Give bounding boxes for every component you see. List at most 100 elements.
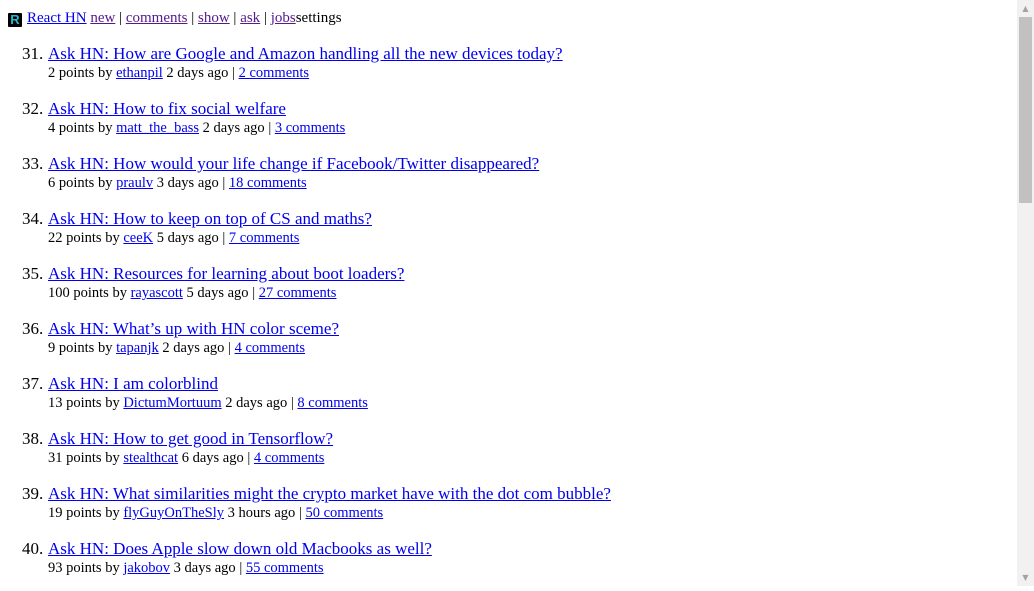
story-item: 33. Ask HN: How would your life change if…: [22, 151, 998, 206]
story-age: 5 days ago: [186, 285, 249, 301]
story-item: 36. Ask HN: What’s up with HN color sceme…: [22, 316, 998, 371]
story-user-link[interactable]: ethanpil: [116, 65, 163, 81]
story-points: 4 points: [48, 120, 95, 136]
react-hn-logo-icon[interactable]: R: [8, 13, 22, 27]
subtext-separator: |: [228, 340, 231, 356]
story-item: 34. Ask HN: How to keep on top of CS and …: [22, 206, 998, 261]
subtext-separator: |: [298, 505, 302, 521]
story-comments-link[interactable]: 8 comments: [297, 395, 367, 411]
header: R React HN new | comments | show | ask | …: [8, 8, 342, 28]
story-age: 5 days ago: [156, 230, 219, 246]
story-item: 40. Ask HN: Does Apple slow down old Macb…: [22, 536, 998, 591]
story-rank: 35.: [22, 264, 44, 283]
nav-new-link[interactable]: new: [90, 10, 115, 26]
story-user-link[interactable]: ceeK: [123, 230, 153, 246]
story-rank: 33.: [22, 154, 44, 173]
story-title-link[interactable]: Ask HN: How to get good in Tensorflow?: [48, 426, 998, 450]
story-comments-link[interactable]: 18 comments: [229, 175, 307, 191]
story-title-link[interactable]: Ask HN: How would your life change if Fa…: [48, 151, 998, 175]
story-rank: 37.: [22, 374, 44, 393]
story-title-link[interactable]: Ask HN: How to fix social welfare: [48, 96, 998, 120]
story-subtext: 19 points by flyGuyOnTheSly 3 hours ago …: [48, 504, 998, 522]
story-list: 31. Ask HN: How are Google and Amazon han…: [22, 41, 998, 591]
story-by-label: by: [97, 175, 113, 191]
story-comments-link[interactable]: 3 comments: [275, 120, 345, 136]
nav-separator: |: [119, 10, 123, 26]
story-title-link[interactable]: Ask HN: I am colorblind: [48, 371, 998, 395]
story-rank: 32.: [22, 99, 44, 118]
story-rank: 39.: [22, 484, 44, 503]
scroll-up-arrow-icon[interactable]: ▲: [1017, 0, 1034, 17]
story-title-link[interactable]: Ask HN: What’s up with HN color sceme?: [48, 316, 998, 340]
story-age: 3 hours ago: [227, 505, 296, 521]
nav-separator: |: [233, 10, 237, 26]
vertical-scrollbar[interactable]: ▲ ▼: [1017, 0, 1034, 586]
story-comments-link[interactable]: 50 comments: [305, 505, 383, 521]
subtext-separator: |: [247, 450, 251, 466]
story-comments-link[interactable]: 4 comments: [235, 340, 305, 356]
nav-separator: |: [191, 10, 195, 26]
story-title-link[interactable]: Ask HN: How to keep on top of CS and mat…: [48, 206, 998, 230]
story-age: 6 days ago: [181, 450, 244, 466]
subtext-separator: |: [252, 285, 256, 301]
story-points: 6 points: [48, 175, 95, 191]
story-points: 22 points: [48, 230, 102, 246]
brand-link[interactable]: React HN: [27, 10, 87, 26]
story-title-link[interactable]: Ask HN: Does Apple slow down old Macbook…: [48, 536, 998, 560]
story-item: 38. Ask HN: How to get good in Tensorflow…: [22, 426, 998, 481]
story-subtext: 100 points by rayascott 5 days ago | 27 …: [48, 284, 998, 302]
story-subtext: 9 points by tapanjk 2 days ago | 4 comme…: [48, 339, 998, 357]
story-points: 31 points: [48, 450, 102, 466]
story-comments-link[interactable]: 7 comments: [229, 230, 299, 246]
story-comments-link[interactable]: 4 comments: [254, 450, 324, 466]
nav-comments-link[interactable]: comments: [126, 10, 188, 26]
story-user-link[interactable]: rayascott: [131, 285, 183, 301]
story-comments-link[interactable]: 2 comments: [239, 65, 309, 81]
story-age: 3 days ago: [173, 560, 236, 576]
story-rank: 34.: [22, 209, 44, 228]
story-by-label: by: [105, 505, 120, 521]
story-user-link[interactable]: praulv: [116, 175, 153, 191]
story-points: 13 points: [48, 395, 102, 411]
nav-separator: |: [263, 10, 267, 26]
story-subtext: 31 points by stealthcat 6 days ago | 4 c…: [48, 449, 998, 467]
story-age: 3 days ago: [156, 175, 219, 191]
story-by-label: by: [105, 560, 120, 576]
story-rank: 36.: [22, 319, 44, 338]
story-rank: 38.: [22, 429, 44, 448]
story-item: 32. Ask HN: How to fix social welfare 4 po…: [22, 96, 998, 151]
story-comments-link[interactable]: 27 comments: [259, 285, 337, 301]
settings-toggle[interactable]: settings: [296, 10, 342, 26]
story-subtext: 6 points by praulv 3 days ago | 18 comme…: [48, 174, 998, 192]
subtext-separator: |: [239, 560, 243, 576]
story-age: 2 days ago: [166, 65, 229, 81]
nav-ask-link[interactable]: ask: [240, 10, 260, 26]
subtext-separator: |: [232, 65, 235, 81]
story-points: 2 points: [48, 65, 95, 81]
story-points: 93 points: [48, 560, 102, 576]
scroll-down-arrow-icon[interactable]: ▼: [1017, 569, 1034, 586]
story-comments-link[interactable]: 55 comments: [246, 560, 324, 576]
story-age: 2 days ago: [225, 395, 288, 411]
nav-jobs-link[interactable]: jobs: [271, 10, 296, 26]
story-user-link[interactable]: flyGuyOnTheSly: [123, 505, 224, 521]
story-by-label: by: [112, 285, 127, 301]
subtext-separator: |: [268, 120, 272, 136]
story-item: 37. Ask HN: I am colorblind 13 points by D…: [22, 371, 998, 426]
story-title-link[interactable]: Ask HN: How are Google and Amazon handli…: [48, 41, 998, 65]
story-title-link[interactable]: Ask HN: Resources for learning about boo…: [48, 261, 998, 285]
story-title-link[interactable]: Ask HN: What similarities might the cryp…: [48, 481, 998, 505]
story-user-link[interactable]: tapanjk: [116, 340, 159, 356]
story-points: 19 points: [48, 505, 102, 521]
subtext-separator: |: [290, 395, 294, 411]
story-rank: 31.: [22, 44, 44, 63]
story-user-link[interactable]: jakobov: [123, 560, 170, 576]
scrollbar-thumb[interactable]: [1019, 17, 1032, 203]
story-subtext: 93 points by jakobov 3 days ago | 55 com…: [48, 559, 998, 577]
story-user-link[interactable]: matt_the_bass: [116, 120, 199, 136]
story-user-link[interactable]: DictumMortuum: [123, 395, 221, 411]
nav-show-link[interactable]: show: [198, 10, 230, 26]
story-item: 39. Ask HN: What similarities might the c…: [22, 481, 998, 536]
story-user-link[interactable]: stealthcat: [123, 450, 178, 466]
story-by-label: by: [97, 340, 113, 356]
